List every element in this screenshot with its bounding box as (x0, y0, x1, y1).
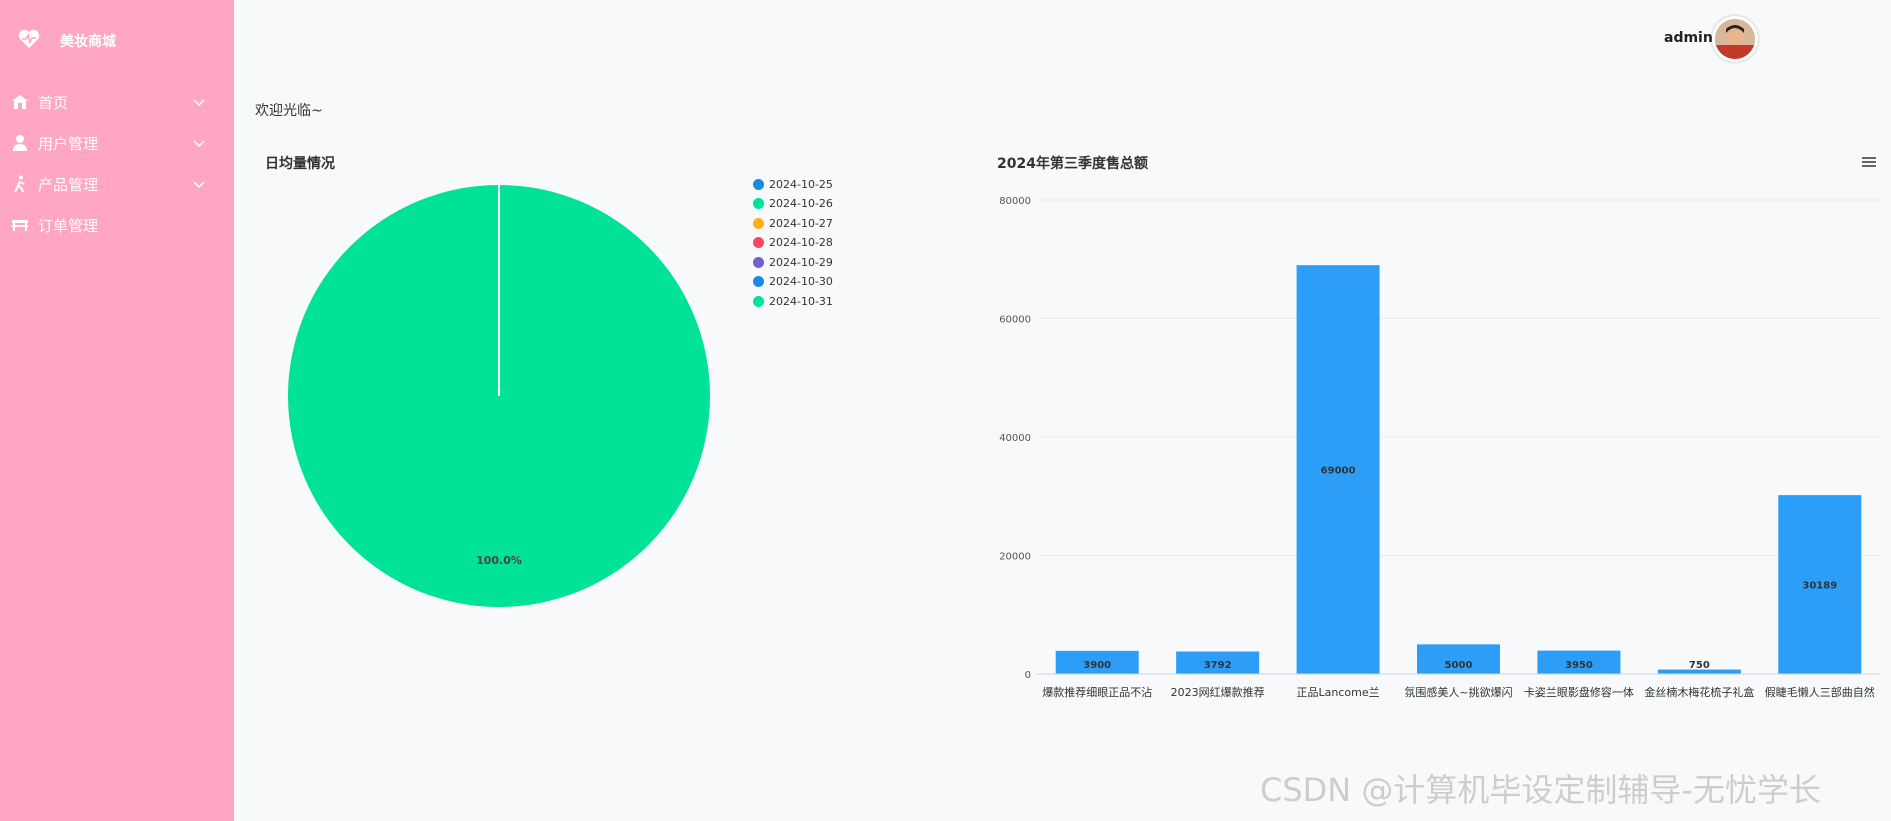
y-tick-label: 20000 (999, 552, 1031, 563)
x-tick-label: 卡姿兰眼影盘修容一体 (1524, 685, 1634, 699)
x-tick-label: 氛围感美人~挑欲爆闪 (1404, 685, 1512, 699)
y-tick-label: 40000 (999, 433, 1031, 444)
y-tick-label: 60000 (999, 315, 1031, 326)
bar-data-label: 3900 (1083, 660, 1111, 671)
bar-data-label: 5000 (1445, 660, 1473, 671)
pie-data-label: 100.0% (476, 554, 522, 567)
watermark: CSDN @计算机毕设定制辅导-无忧学长 (1260, 771, 1821, 809)
bar-data-label: 30189 (1802, 581, 1837, 592)
x-tick-label: 正品Lancome兰 (1297, 686, 1380, 699)
y-tick-label: 0 (1025, 670, 1031, 681)
x-tick-label: 假睫毛懒人三部曲自然 (1765, 685, 1875, 699)
bar-data-label: 3792 (1204, 660, 1232, 671)
bar-data-label: 3950 (1565, 660, 1593, 671)
bar-data-label: 750 (1689, 660, 1710, 671)
y-tick-label: 80000 (999, 196, 1031, 207)
x-tick-label: 爆款推荐细眼正品不沾 (1042, 685, 1152, 699)
chart-menu-icon[interactable] (1860, 155, 1878, 169)
charts-canvas: 100.0% 0 20000 40000 60000 80000 3900 爆款推荐细眼正品不… (288, 185, 1880, 699)
bar-data-label: 69000 (1321, 466, 1356, 477)
x-tick-label: 2023网红爆款推荐 (1171, 685, 1265, 699)
x-tick-label: 金丝楠木梅花梳子礼盒 (1644, 685, 1754, 699)
